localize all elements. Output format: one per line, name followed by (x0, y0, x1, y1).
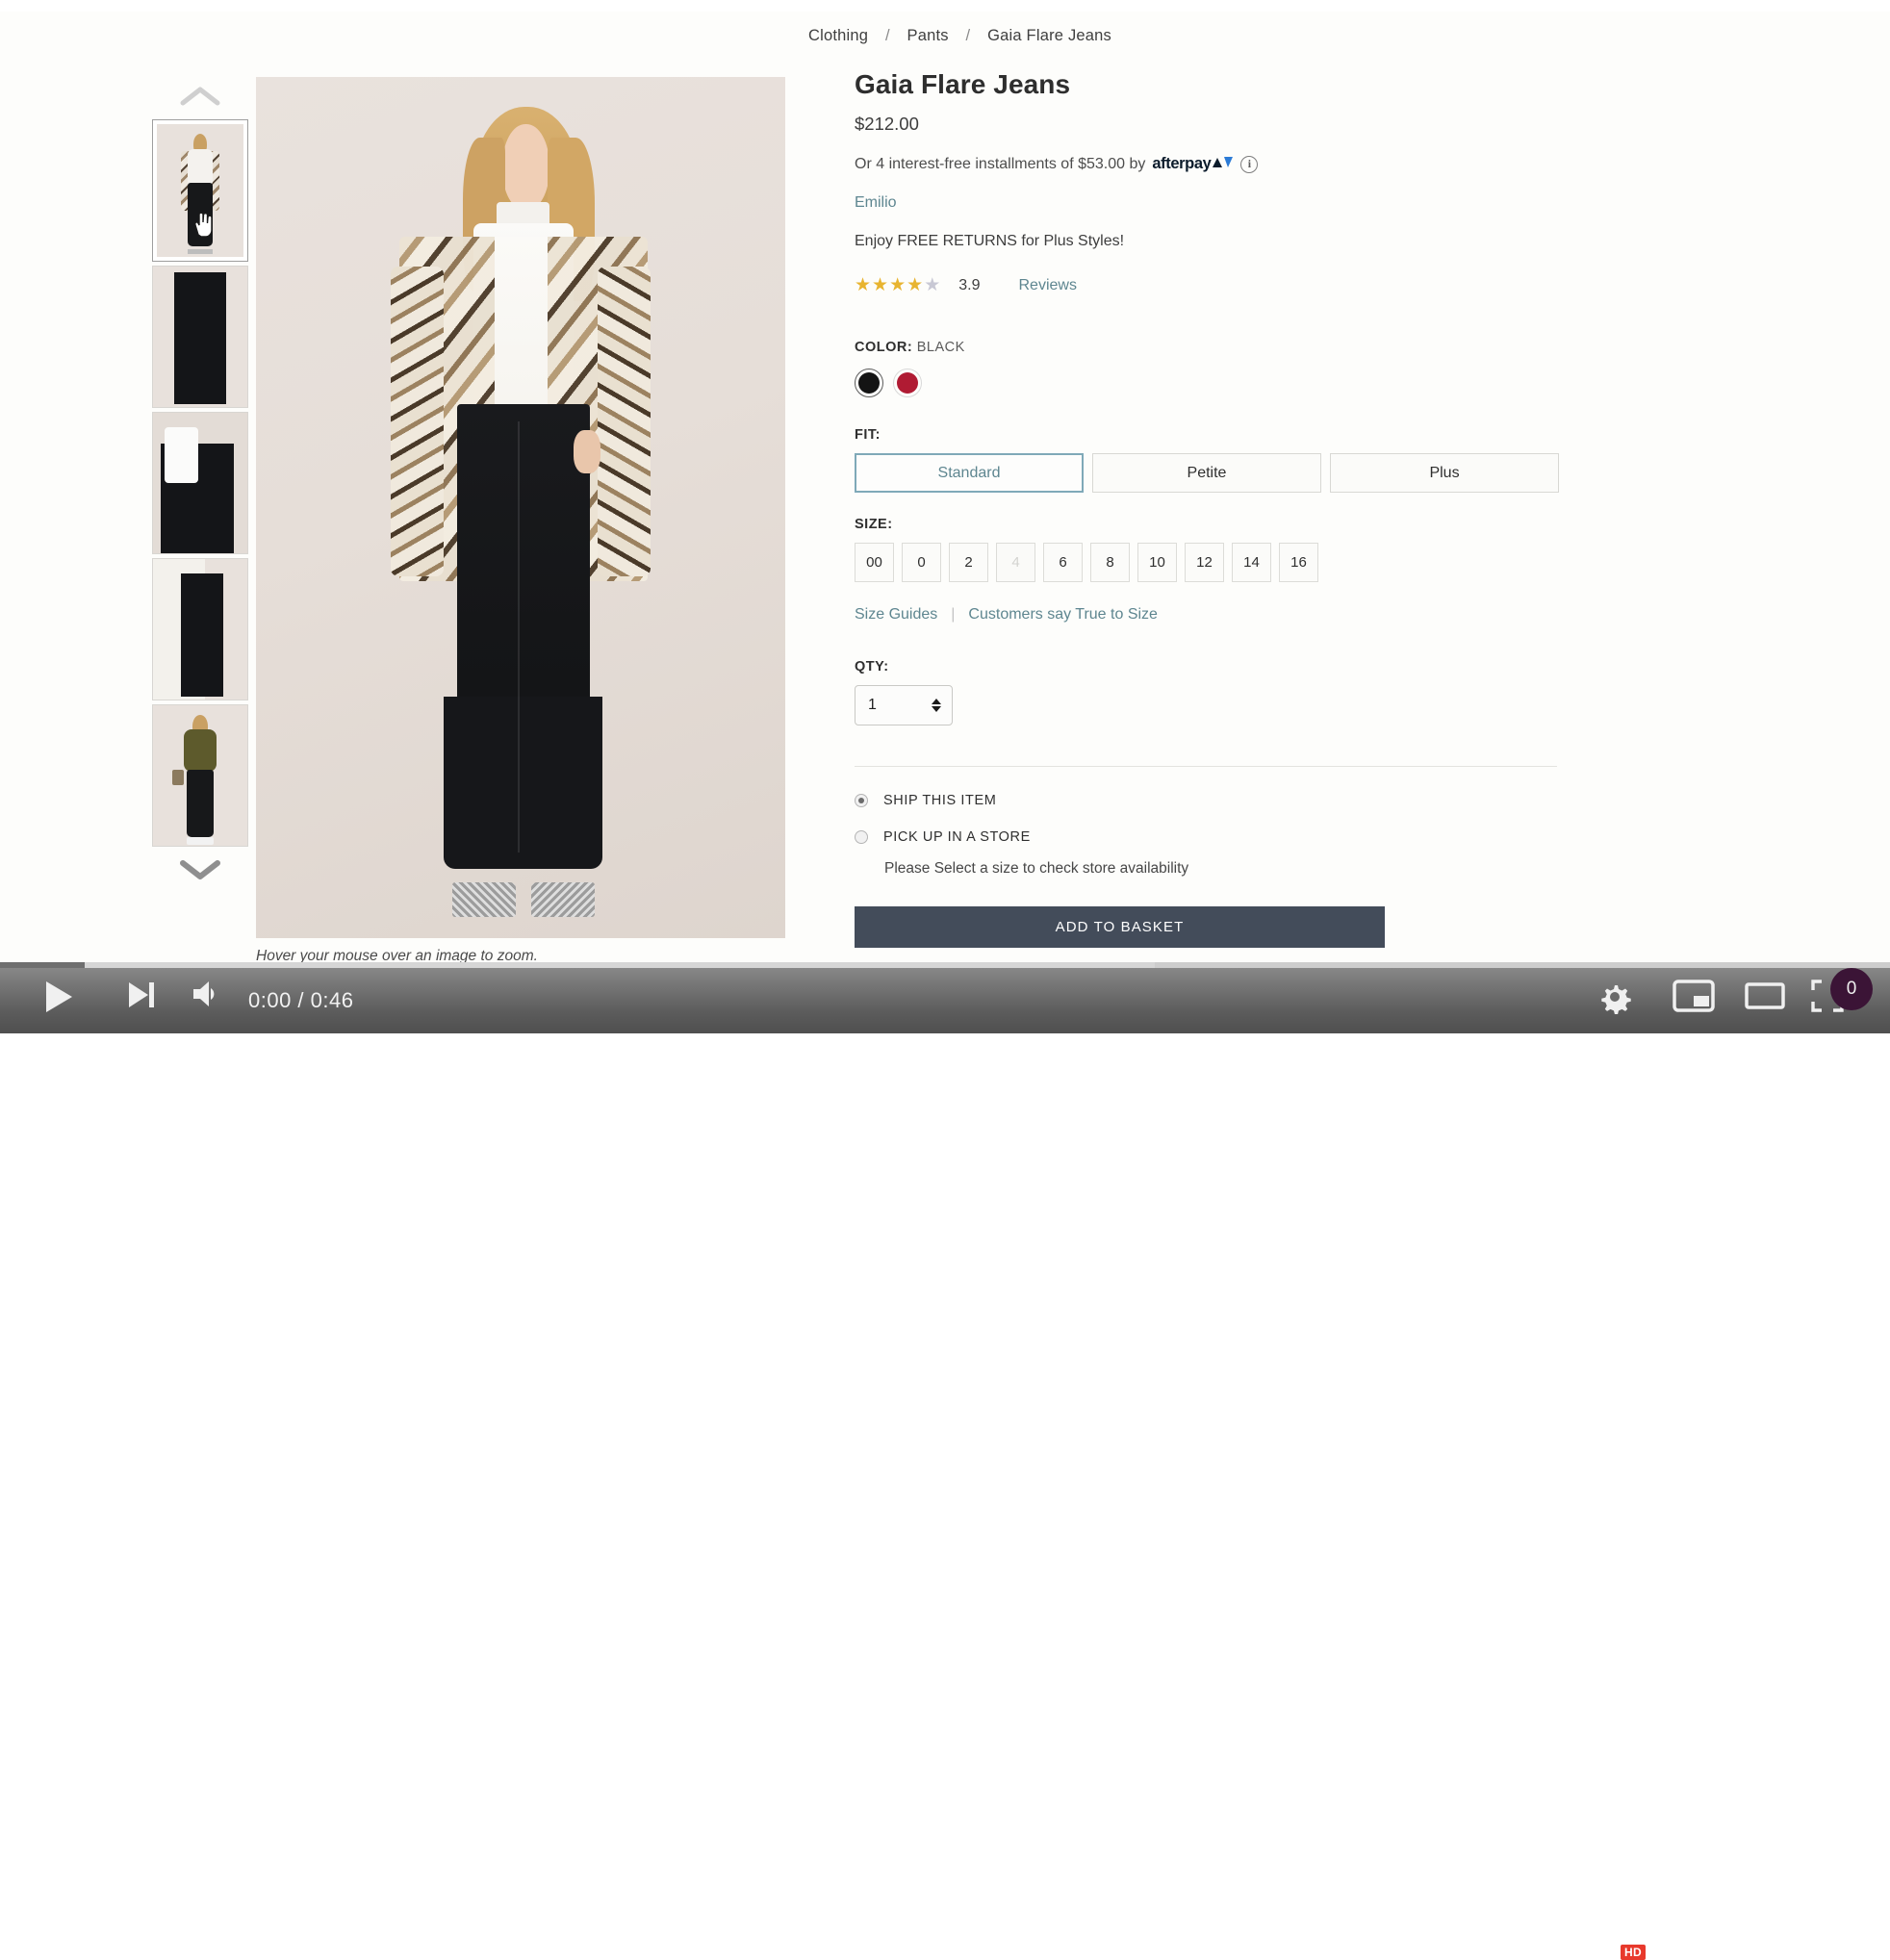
chevron-updown-icon[interactable] (932, 699, 941, 712)
afterpay-wordmark: afterpay (1152, 155, 1212, 172)
section-divider (855, 766, 1557, 767)
theater-mode-button[interactable] (1744, 980, 1786, 1012)
size-option-12[interactable]: 12 (1185, 543, 1224, 582)
next-track-button[interactable] (125, 980, 156, 1010)
fulfillment-option-ship[interactable]: SHIP THIS ITEM (855, 793, 1567, 808)
reviews-link[interactable]: Reviews (1018, 277, 1076, 294)
pickup-label: PICK UP IN A STORE (883, 829, 1031, 845)
thumbnail-item[interactable] (152, 558, 248, 700)
brand-link[interactable]: Emilio (855, 194, 1567, 212)
link-divider: | (951, 606, 956, 623)
fulfillment-options: SHIP THIS ITEM PICK UP IN A STORE Please… (855, 793, 1567, 878)
rating-value: 3.9 (958, 276, 981, 293)
fulfillment-option-pickup[interactable]: PICK UP IN A STORE (855, 829, 1567, 845)
product-price: $212.00 (855, 114, 919, 134)
breadcrumb-separator: / (965, 27, 971, 44)
color-swatch-red[interactable] (893, 369, 922, 397)
fit-section: FIT: Standard Petite Plus (855, 427, 1567, 493)
pickup-availability-note: Please Select a size to check store avai… (884, 860, 1189, 877)
thumbnail-item[interactable] (152, 266, 248, 408)
model-illustration (256, 77, 785, 938)
radio-pickup[interactable] (855, 830, 868, 844)
video-time-display: 0:00 / 0:46 (248, 988, 354, 1012)
quantity-section: QTY: 1 (855, 659, 1567, 725)
progress-buffer-secondary (1155, 962, 1890, 968)
settings-button[interactable] (1597, 980, 1632, 1014)
color-label-text: COLOR: (855, 340, 913, 355)
afterpay-installments-row: Or 4 interest-free installments of $53.0… (855, 155, 1567, 173)
chevron-down-icon[interactable] (142, 851, 258, 889)
installments-text: Or 4 interest-free installments of $53.0… (855, 155, 1146, 172)
rating-row: ★★★★★ 3.9 Reviews (855, 276, 1567, 294)
fit-label: FIT: (855, 427, 881, 443)
size-option-0[interactable]: 0 (902, 543, 941, 582)
chevron-up-icon[interactable] (142, 77, 258, 115)
breadcrumb-item-current: Gaia Flare Jeans (987, 27, 1111, 44)
zoom-hint-caption: Hover your mouse over an image to zoom. (256, 948, 538, 962)
size-option-00[interactable]: 00 (855, 543, 894, 582)
size-option-8[interactable]: 8 (1090, 543, 1130, 582)
radio-ship[interactable] (855, 794, 868, 807)
volume-button[interactable] (191, 980, 223, 1008)
miniplayer-button[interactable] (1673, 980, 1715, 1012)
size-guides-link[interactable]: Size Guides (855, 606, 937, 623)
breadcrumb-separator: / (884, 27, 890, 44)
size-section: SIZE: 00 0 2 4 6 8 10 12 14 16 Size Guid… (855, 517, 1567, 624)
size-option-2[interactable]: 2 (949, 543, 988, 582)
fit-option-standard[interactable]: Standard (855, 453, 1084, 493)
size-option-16[interactable]: 16 (1279, 543, 1318, 582)
breadcrumb: Clothing / Pants / Gaia Flare Jeans (808, 27, 1111, 45)
promo-text: Enjoy FREE RETURNS for Plus Styles! (855, 233, 1125, 249)
size-option-4: 4 (996, 543, 1035, 582)
color-selected-value: BLACK (916, 340, 965, 355)
size-option-14[interactable]: 14 (1232, 543, 1271, 582)
ship-label: SHIP THIS ITEM (883, 793, 997, 808)
product-detail-page: Clothing / Pants / Gaia Flare Jeans Hove… (0, 0, 1890, 962)
page-title: Gaia Flare Jeans (855, 69, 1071, 99)
thumbnail-item[interactable] (152, 412, 248, 554)
size-option-list: 00 0 2 4 6 8 10 12 14 16 (855, 543, 1567, 582)
size-help-links: Size Guides | Customers say True to Size (855, 606, 1567, 624)
page-top-band (0, 0, 1890, 12)
add-to-basket-button[interactable]: ADD TO BASKET (855, 906, 1385, 948)
quantity-stepper[interactable]: 1 (855, 685, 953, 725)
play-button[interactable] (42, 980, 75, 1014)
color-label: COLOR: BLACK (855, 340, 1567, 355)
video-progress-bar[interactable] (0, 962, 1890, 968)
thumbnail-item[interactable] (152, 119, 248, 262)
hd-badge: HD (1621, 1945, 1646, 1960)
fit-option-petite[interactable]: Petite (1092, 453, 1321, 493)
notification-count-badge[interactable]: 0 (1830, 968, 1873, 1010)
size-option-10[interactable]: 10 (1137, 543, 1177, 582)
afterpay-mark-icon (1213, 155, 1234, 173)
breadcrumb-item-clothing[interactable]: Clothing (808, 27, 868, 44)
product-hero-image[interactable] (256, 77, 785, 938)
size-option-6[interactable]: 6 (1043, 543, 1083, 582)
quantity-value: 1 (868, 697, 877, 713)
info-icon[interactable]: i (1240, 155, 1259, 173)
thumbnail-item[interactable] (152, 704, 248, 847)
video-player-controls: 0:00 / 0:46 HD (0, 962, 1890, 1960)
star-rating-icon[interactable]: ★★★★★ (855, 276, 941, 294)
thumbnail-gallery (142, 77, 258, 924)
fit-option-plus[interactable]: Plus (1330, 453, 1559, 493)
color-swatch-list (855, 369, 1567, 397)
color-swatch-black[interactable] (855, 369, 883, 397)
quantity-label: QTY: (855, 659, 889, 675)
product-info-panel: Gaia Flare Jeans $212.00 Or 4 interest-f… (855, 69, 1567, 962)
progress-buffer (85, 962, 1155, 968)
afterpay-logo[interactable]: afterpay (1152, 155, 1234, 173)
fit-option-list: Standard Petite Plus (855, 453, 1567, 493)
size-label: SIZE: (855, 517, 893, 532)
thumbnail-list (142, 119, 258, 847)
breadcrumb-item-pants[interactable]: Pants (907, 27, 949, 44)
true-to-size-link[interactable]: Customers say True to Size (968, 606, 1158, 623)
color-section: COLOR: BLACK (855, 340, 1567, 397)
